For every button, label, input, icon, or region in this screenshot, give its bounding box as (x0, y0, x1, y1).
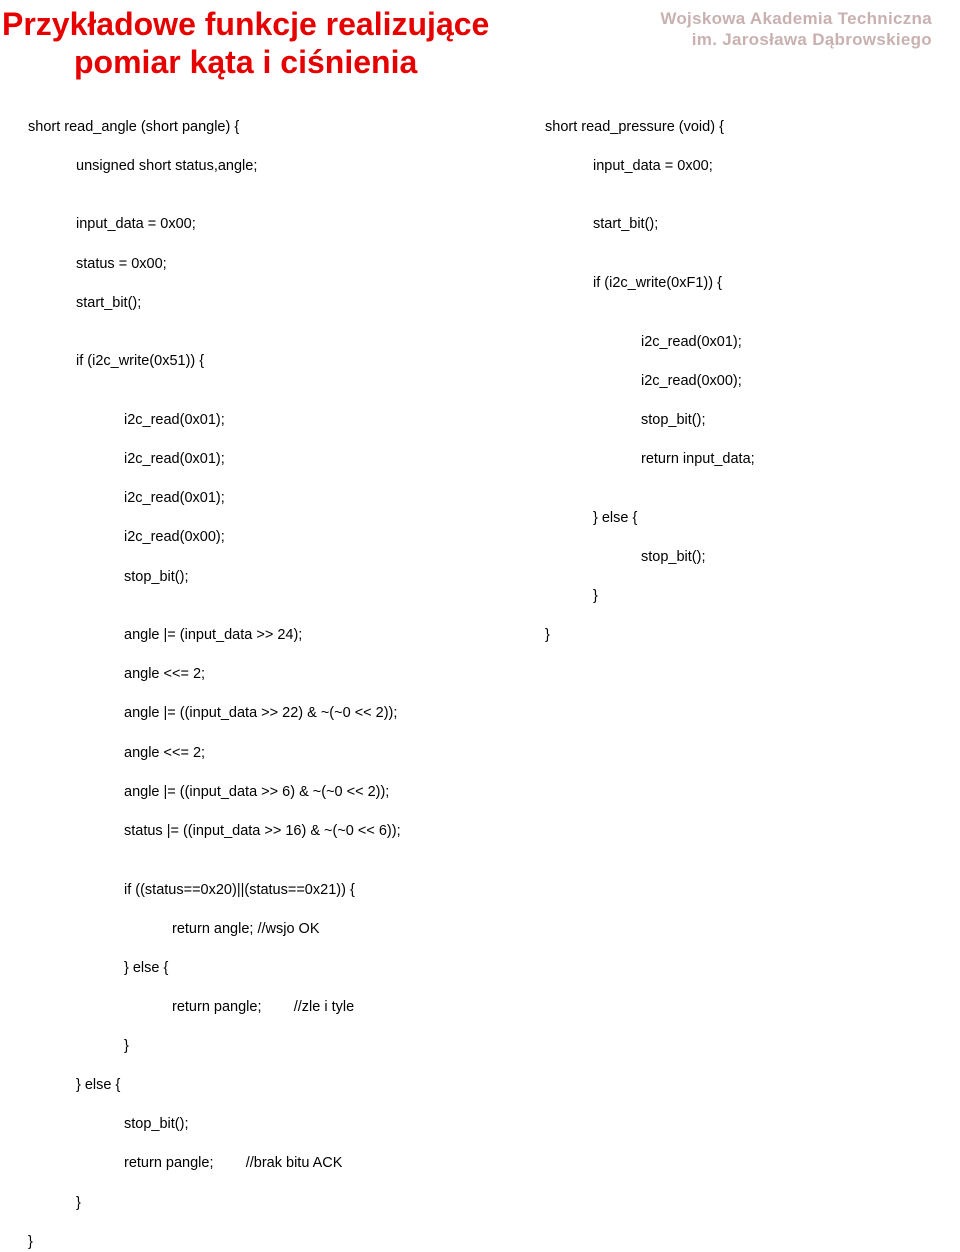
watermark-line2: im. Jarosława Dąbrowskiego (660, 29, 932, 50)
code-line: if ((status==0x20)||(status==0x21)) { (28, 881, 528, 901)
code-line: input_data = 0x00; (28, 215, 528, 235)
code-line: angle |= ((input_data >> 6) & ~(~0 << 2)… (28, 783, 528, 803)
code-line: } else { (28, 959, 528, 979)
code-line: start_bit(); (545, 215, 925, 235)
code-line: angle |= (input_data >> 24); (28, 626, 528, 646)
code-line: return pangle; //zle i tyle (28, 998, 528, 1018)
code-line: i2c_read(0x00); (28, 528, 528, 548)
title-line1: Przykładowe funkcje realizujące (2, 6, 489, 44)
code-line: i2c_read(0x01); (28, 411, 528, 431)
code-line: angle <<= 2; (28, 744, 528, 764)
code-line: return input_data; (545, 450, 925, 470)
code-line: if (i2c_write(0x51)) { (28, 352, 528, 372)
watermark-line1: Wojskowa Akademia Techniczna (660, 8, 932, 29)
code-line: stop_bit(); (28, 1115, 528, 1135)
code-line: stop_bit(); (28, 568, 528, 588)
code-line: input_data = 0x00; (545, 157, 925, 177)
code-line: angle <<= 2; (28, 665, 528, 685)
title-line2: pomiar kąta i ciśnienia (2, 44, 489, 82)
code-line: } (28, 1234, 33, 1250)
code-line: } else { (28, 1076, 528, 1096)
code-right-column: short read_pressure (void) { input_data … (545, 98, 925, 646)
code-line: } else { (545, 509, 925, 529)
code-line: } (545, 627, 550, 643)
code-line: unsigned short status,angle; (28, 157, 528, 177)
watermark: Wojskowa Akademia Techniczna im. Jarosła… (660, 8, 932, 51)
code-line: status = 0x00; (28, 255, 528, 275)
code-line: i2c_read(0x01); (28, 489, 528, 509)
code-left-column: short read_angle (short pangle) { unsign… (28, 98, 528, 1252)
code-line: short read_angle (short pangle) { (28, 119, 239, 135)
code-line: if (i2c_write(0xF1)) { (545, 274, 925, 294)
code-line: start_bit(); (28, 294, 528, 314)
code-line: return pangle; //brak bitu ACK (28, 1154, 528, 1174)
code-line: angle |= ((input_data >> 22) & ~(~0 << 2… (28, 704, 528, 724)
code-line: status |= ((input_data >> 16) & ~(~0 << … (28, 822, 528, 842)
code-line: } (28, 1037, 528, 1057)
code-line: short read_pressure (void) { (545, 119, 724, 135)
code-line: i2c_read(0x01); (545, 333, 925, 353)
code-line: return angle; //wsjo OK (28, 920, 528, 940)
code-line: i2c_read(0x01); (28, 450, 528, 470)
code-line: i2c_read(0x00); (545, 372, 925, 392)
code-line: stop_bit(); (545, 548, 925, 568)
slide-title: Przykładowe funkcje realizujące pomiar k… (2, 6, 489, 82)
code-line: stop_bit(); (545, 411, 925, 431)
code-line: } (28, 1194, 528, 1214)
code-line: } (545, 587, 925, 607)
